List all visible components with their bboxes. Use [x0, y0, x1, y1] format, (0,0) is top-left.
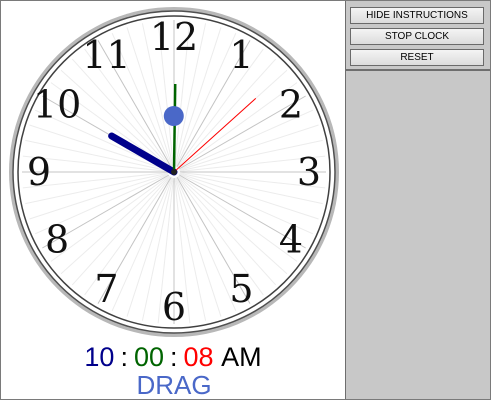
- ampm-value: AM: [221, 342, 262, 372]
- clock-numeral: 6: [162, 285, 186, 329]
- clock-numeral: 12: [150, 15, 198, 59]
- control-panel: HIDE INSTRUCTIONS STOP CLOCK RESET: [345, 1, 490, 399]
- clock-numeral: 10: [33, 83, 81, 127]
- analog-clock: 12 12 3 45678 9 1011: [9, 7, 339, 337]
- time-separator: :: [120, 342, 128, 372]
- control-button-group: HIDE INSTRUCTIONS STOP CLOCK RESET: [346, 1, 490, 71]
- hours-value: 10: [84, 342, 115, 372]
- clock-numeral: 1: [229, 33, 253, 77]
- reset-button[interactable]: RESET: [350, 49, 484, 66]
- clock-numeral: 9: [27, 150, 51, 194]
- clock-numeral: 5: [229, 267, 253, 311]
- drag-instruction-label: DRAG: [136, 370, 212, 400]
- hide-instructions-button[interactable]: HIDE INSTRUCTIONS: [350, 7, 484, 24]
- minutes-value: 00: [133, 342, 165, 372]
- clock-numeral: 2: [279, 83, 303, 127]
- clock-area: 12 1 2 3 4 5 6 7 8 9 10 11 10:00:08 AM DRAG: [1, 1, 345, 400]
- center-pin: [171, 169, 177, 175]
- stop-clock-button[interactable]: STOP CLOCK: [350, 28, 484, 45]
- clock-numeral: 4: [279, 218, 303, 262]
- minute-hand[interactable]: [172, 83, 177, 173]
- time-separator: :: [170, 342, 178, 372]
- digital-time-readout: 10:00:08 AM: [1, 341, 345, 373]
- seconds-value: 08: [183, 342, 214, 372]
- minute-hand-drag-knob[interactable]: [163, 106, 184, 127]
- clock-numeral: 11: [82, 33, 130, 77]
- clock-numeral: 8: [45, 218, 69, 262]
- clock-numeral: 7: [94, 267, 118, 311]
- clock-app: 12 1 2 3 4 5 6 7 8 9 10 11 10:00:08 AM DRAG HIDE IN…: [0, 0, 491, 400]
- clock-numeral: 3: [297, 150, 321, 194]
